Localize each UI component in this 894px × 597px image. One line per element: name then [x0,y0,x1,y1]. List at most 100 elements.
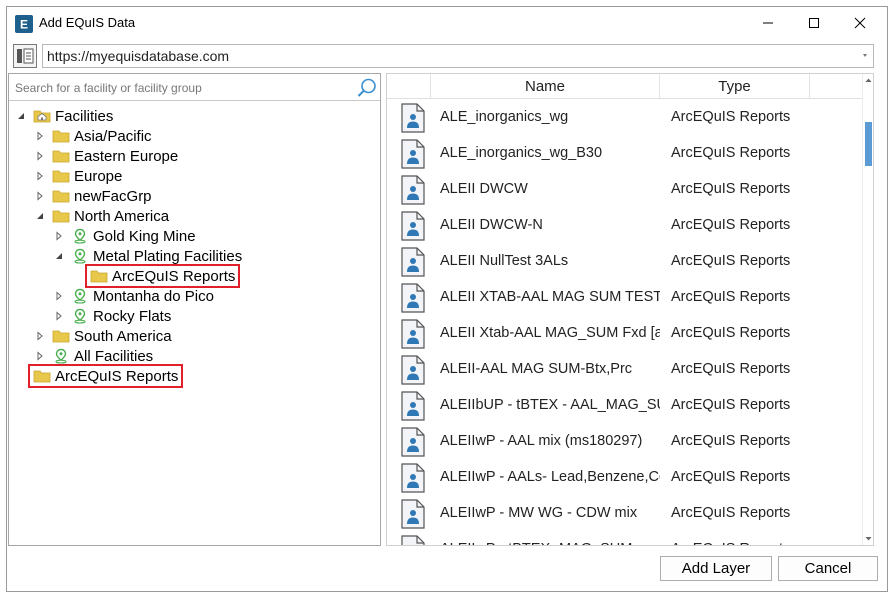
report-name: ALEIIwP - AALs- Lead,Benzene,Cc [440,469,660,485]
report-document-icon [401,355,425,385]
report-document-icon [401,283,425,313]
collapse-arrow-icon[interactable] [53,290,65,302]
table-row[interactable]: ALEII DWCW-N ArcEQuIS Reports [387,207,863,243]
folder-icon [52,328,70,344]
table-row[interactable]: ALEIIwP - AAL mix (ms180297) ArcEQuIS Rep… [387,423,863,459]
collapse-arrow-icon[interactable] [34,150,46,162]
table-row[interactable]: ALEII Xtab-AAL MAG_SUM Fxd [a ArcEQuIS Re… [387,315,863,351]
add-database-icon [17,48,34,64]
collapse-arrow-icon[interactable] [34,170,46,182]
report-name: ALEII-AAL MAG SUM-Btx,Prc [440,361,633,377]
tree-item[interactable]: Eastern Europe [34,146,178,166]
cancel-button[interactable]: Cancel [778,556,878,581]
tree-item-label: Rocky Flats [93,307,172,325]
scroll-up-icon[interactable] [864,76,873,85]
collapse-arrow-icon[interactable] [34,130,46,142]
expand-arrow-icon[interactable] [15,110,27,122]
facility-search-input[interactable] [13,78,348,98]
chevron-right-icon [37,351,43,361]
report-type: ArcEQuIS Reports [671,325,791,341]
folder-icon [52,208,70,224]
url-combobox[interactable]: https://myequisdatabase.com [42,44,874,68]
tree-item[interactable]: ArcEQuIS Reports [15,366,178,386]
collapse-arrow-icon[interactable] [34,190,46,202]
title-bar[interactable]: E Add EQuIS Data [7,7,887,39]
icon-column-header[interactable] [387,74,431,99]
table-row[interactable]: ALEII NullTest 3ALs ArcEQuIS Reports [387,243,863,279]
chevron-expanded-icon [18,113,24,119]
report-type: ArcEQuIS Reports [671,397,791,413]
add-equis-data-window: E Add EQuIS Data https://myequisdatabase… [0,0,894,597]
location-pin-icon [71,288,89,304]
folder-icon [52,188,70,204]
equis-app-icon: E [15,15,33,33]
maximize-button[interactable] [791,7,837,38]
report-type: ArcEQuIS Reports [671,109,791,125]
chevron-right-icon [37,331,43,341]
facility-tree-pane: Facilities Asia/Pacific Eastern Europe Euro… [8,73,381,546]
name-column-header[interactable]: Name [431,74,660,99]
report-name: ALE_inorganics_wg_B30 [440,145,603,161]
facility-search [9,74,380,101]
collapse-arrow-icon[interactable] [53,310,65,322]
tree-item[interactable]: Rocky Flats [53,306,171,326]
tree-item[interactable]: Facilities [15,106,113,126]
chevron-right-icon [56,291,62,301]
table-row[interactable]: ALEIIwP - MW WG - CDW mix ArcEQuIS Report… [387,495,863,531]
report-type: ArcEQuIS Reports [671,181,791,197]
tree-item[interactable]: North America [34,206,169,226]
tree-item[interactable]: Europe [34,166,122,186]
close-icon [854,17,866,28]
collapse-arrow-icon[interactable] [34,330,46,342]
add-database-button[interactable] [13,44,37,68]
table-row[interactable]: ALE_inorganics_wg ArcEQuIS Reports [387,99,863,135]
tree-item-label: All Facilities [74,347,154,365]
scroll-down-icon[interactable] [864,534,873,543]
collapse-arrow-icon[interactable] [34,350,46,362]
report-type: ArcEQuIS Reports [671,361,791,377]
report-type: ArcEQuIS Reports [671,217,791,233]
scroll-thumb[interactable] [865,122,872,166]
tree-item-label: Montanha do Pico [93,287,214,305]
tree-item-label: ArcEQuIS Reports [112,267,236,285]
tree-item[interactable]: newFacGrp [34,186,152,206]
tree-item[interactable]: Asia/Pacific [34,126,152,146]
table-row[interactable]: ALEII XTAB-AAL MAG SUM TEST [ArcEQuIS Re… [387,279,863,315]
tree-item[interactable]: Gold King Mine [53,226,196,246]
search-icon[interactable] [356,77,378,99]
chevron-right-icon [37,131,43,141]
tree-item[interactable]: South America [34,326,172,346]
close-button[interactable] [837,7,883,38]
tree-item[interactable]: All Facilities [34,346,153,366]
grid-vertical-scrollbar[interactable] [862,74,873,545]
tree-item-label: Asia/Pacific [74,127,152,145]
grid-body: ALE_inorganics_wg ArcEQuIS Reports ALE_ino… [387,99,863,545]
collapse-arrow-icon[interactable] [53,230,65,242]
chevron-down-icon[interactable] [860,50,870,60]
tree-item[interactable]: Metal Plating Facilities [53,246,242,266]
tree-item[interactable]: Montanha do Pico [53,286,214,306]
table-row[interactable]: ALEIIwP - AALs- Lead,Benzene,Cc ArcEQuIS … [387,459,863,495]
minimize-icon [763,22,773,23]
chevron-expanded-icon [56,253,62,259]
add-layer-button[interactable]: Add Layer [660,556,772,581]
table-row[interactable]: ALEIIwP - tBTEX- MAG_SUM ArcEQuIS Reports [387,531,863,545]
table-row[interactable]: ALEII-AAL MAG SUM-Btx,Prc ArcEQuIS Report… [387,351,863,387]
report-name: ALEII Xtab-AAL MAG_SUM Fxd [a [440,325,660,341]
table-row[interactable]: ALE_inorganics_wg_B30 ArcEQuIS Reports [387,135,863,171]
expand-arrow-icon[interactable] [53,250,65,262]
expand-arrow-icon[interactable] [34,210,46,222]
reports-grid-pane: Name Type ALE_inorganics_wg ArcEQuIS Repo… [386,73,874,546]
database-url-bar: https://myequisdatabase.com [13,44,874,68]
tree-item-label: Facilities [55,107,114,125]
minimize-button[interactable] [745,7,791,38]
tree-item-label: ArcEQuIS Reports [55,367,179,385]
folder-icon [52,128,70,144]
report-name: ALEIIwP - tBTEX- MAG_SUM [440,531,660,545]
table-row[interactable]: ALEIIbUP - tBTEX - AAL_MAG_SUI ArcEQuIS R… [387,387,863,423]
tree-item[interactable]: ArcEQuIS Reports [72,266,235,286]
report-type: ArcEQuIS Reports [671,469,791,485]
type-column-header[interactable]: Type [660,74,810,99]
report-name: ALEII DWCW-N [440,217,543,233]
table-row[interactable]: ALEII DWCW ArcEQuIS Reports [387,171,863,207]
